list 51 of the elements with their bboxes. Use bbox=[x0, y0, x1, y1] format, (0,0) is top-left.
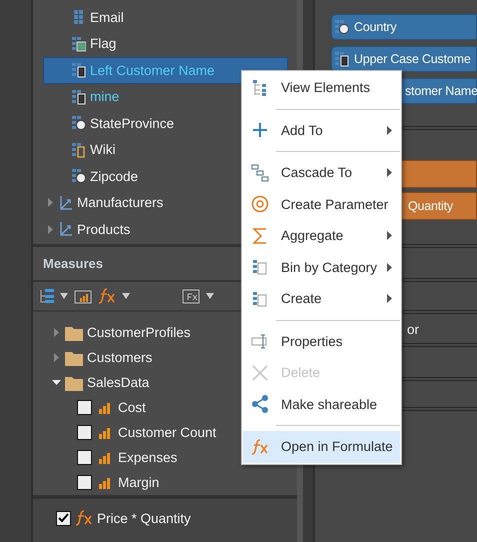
properties-icon bbox=[251, 332, 269, 350]
folder-icon bbox=[65, 374, 83, 391]
field-chip[interactable]: Upper Case Custome bbox=[331, 46, 477, 72]
checkbox[interactable] bbox=[77, 475, 92, 490]
checkmark-icon bbox=[58, 513, 69, 524]
submenu-arrow-icon bbox=[387, 168, 392, 178]
hierarchy-icon bbox=[59, 221, 73, 238]
menu-item[interactable]: Aggregate bbox=[243, 220, 400, 252]
submenu-arrow-icon bbox=[387, 262, 392, 272]
hierarchy-list-icon[interactable] bbox=[40, 288, 54, 304]
function-box-icon[interactable] bbox=[182, 288, 200, 304]
folder-icon bbox=[65, 350, 83, 366]
image-icon bbox=[72, 36, 86, 52]
function-icon bbox=[75, 510, 93, 526]
hierarchy-icon bbox=[59, 194, 73, 211]
list-icon bbox=[251, 78, 269, 97]
table-icon bbox=[251, 290, 269, 308]
submenu-arrow-icon bbox=[387, 294, 392, 304]
expander-icon[interactable] bbox=[52, 378, 61, 388]
attribute-icon bbox=[72, 9, 86, 26]
folder-icon bbox=[65, 324, 83, 341]
cascade-icon bbox=[251, 164, 269, 182]
menu-item[interactable]: Properties bbox=[243, 326, 400, 357]
checkbox[interactable] bbox=[77, 425, 92, 440]
plus-icon bbox=[251, 121, 269, 140]
menu-item[interactable]: Make shareable bbox=[243, 388, 400, 420]
chart-folder-icon[interactable] bbox=[74, 288, 92, 304]
panel-title: Measures bbox=[43, 256, 103, 272]
menu-item[interactable]: Open in Formulate bbox=[243, 431, 400, 462]
dropdown-caret-icon[interactable] bbox=[60, 293, 68, 300]
function-icon bbox=[98, 288, 116, 304]
menu-item[interactable]: Create bbox=[243, 283, 400, 314]
measure-item[interactable]: Margin bbox=[43, 470, 288, 496]
table-icon bbox=[251, 258, 269, 276]
checkbox[interactable] bbox=[77, 450, 92, 466]
link-icon bbox=[72, 142, 86, 158]
menu-item[interactable]: Bin by Category bbox=[243, 252, 400, 283]
sigma-icon bbox=[251, 226, 269, 245]
tree-item[interactable]: Email bbox=[43, 4, 288, 30]
dropdown-caret-icon[interactable] bbox=[122, 293, 130, 300]
tree-item[interactable]: Flag bbox=[43, 30, 288, 57]
submenu-arrow-icon bbox=[387, 231, 392, 240]
shelf-label: or bbox=[406, 322, 420, 337]
submenu-arrow-icon bbox=[387, 126, 392, 135]
field-chip[interactable]: Country bbox=[331, 14, 477, 40]
share-icon bbox=[251, 395, 269, 414]
dropdown-caret-icon[interactable] bbox=[206, 293, 214, 300]
checkbox[interactable] bbox=[77, 400, 92, 416]
function-icon bbox=[251, 438, 269, 455]
close-icon bbox=[251, 364, 269, 382]
checkbox[interactable] bbox=[56, 510, 71, 526]
